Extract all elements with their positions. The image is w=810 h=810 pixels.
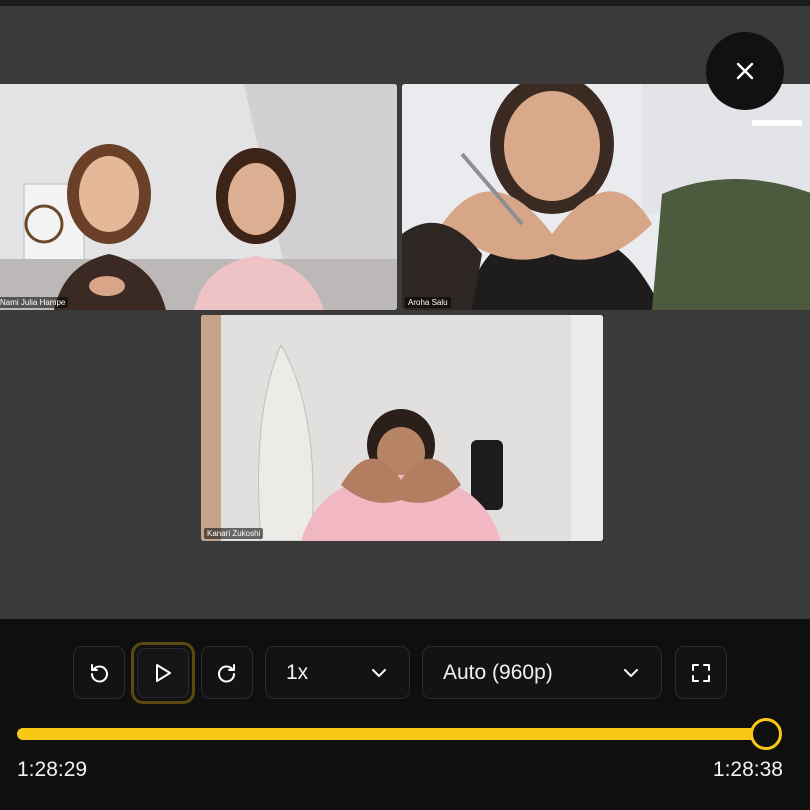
progress-thumb[interactable] [749,718,782,750]
participant-name-1: Nami Julia Hampe [0,297,69,308]
forward-button[interactable] [201,646,253,699]
playback-speed-select[interactable]: 1x [265,646,410,699]
participant-name-2: Aroha Salu [405,297,451,308]
quality-value: Auto (960p) [443,660,553,684]
play-icon [156,664,171,682]
close-icon [736,62,754,80]
fullscreen-button[interactable] [675,646,727,699]
play-button[interactable] [131,642,195,704]
progress-track[interactable] [17,718,782,750]
chevron-down-icon [372,668,386,677]
rewind-button[interactable] [73,646,125,699]
participant-video-1 [0,84,397,310]
participant-video-3 [201,315,603,541]
participant-tile-2: Aroha Salu [402,84,810,310]
total-time: 1:28:38 [712,758,783,781]
rewind-icon [91,663,108,682]
participant-tile-1: Nami Julia Hampe [0,84,397,310]
play-button-inner [137,648,189,698]
close-button[interactable] [706,32,784,110]
fullscreen-icon [692,663,710,682]
quality-select[interactable]: Auto (960p) [422,646,662,699]
participant-name-3: Kanari Zukoshi [204,528,264,539]
current-time: 1:28:29 [17,758,88,781]
progress-fill [17,728,766,740]
playback-speed-value: 1x [286,660,309,684]
top-strip [0,0,810,6]
player-controls: 1x Auto (960p) 1:28:29 1:28:38 [0,619,810,810]
participant-tile-3: Kanari Zukoshi [201,315,603,541]
participant-video-2 [402,84,810,310]
video-stage: Nami Julia Hampe Aroha Salu Kanari Zukos… [0,0,810,619]
forward-icon [218,663,235,682]
chevron-down-icon [624,668,638,677]
